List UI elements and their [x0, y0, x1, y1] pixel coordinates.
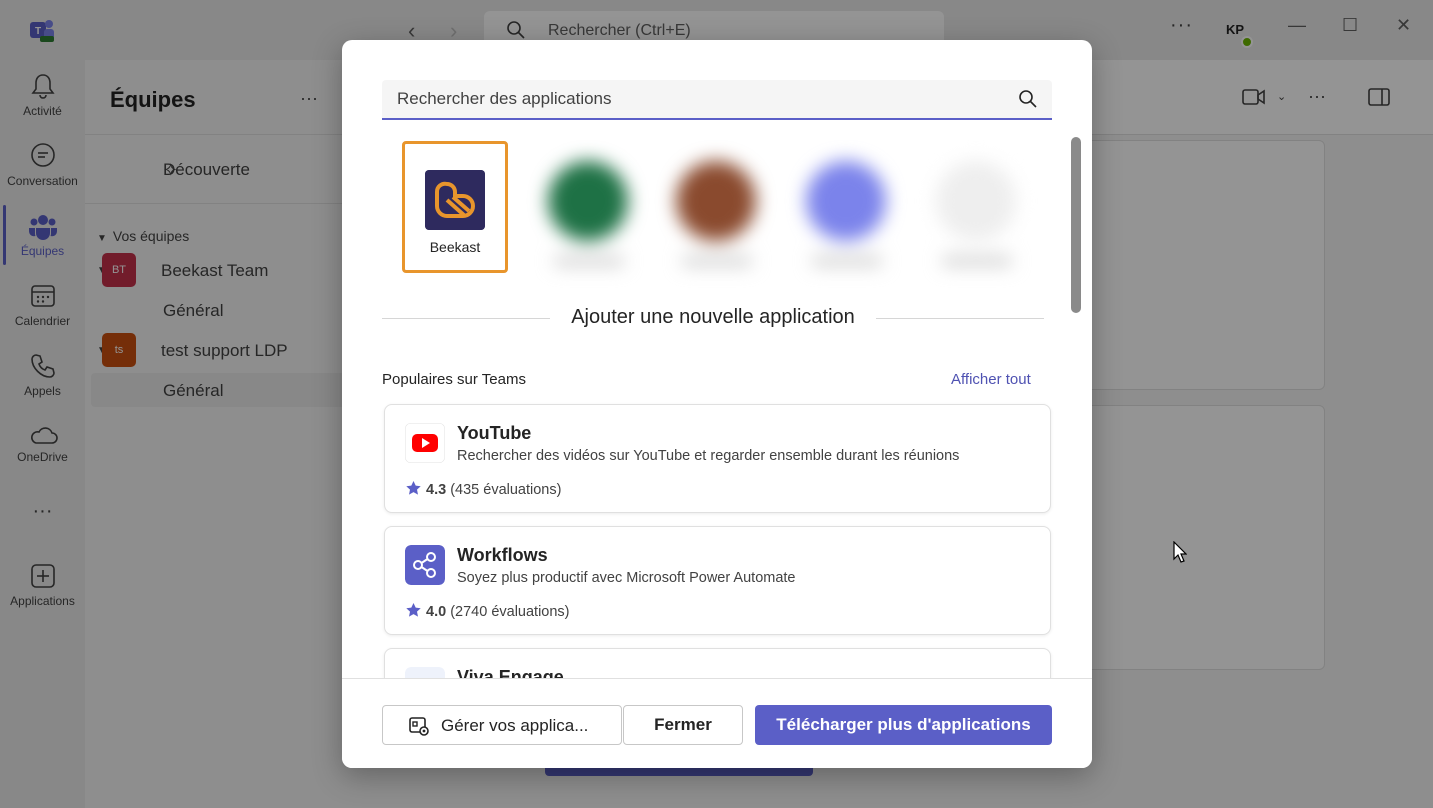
workflows-icon [405, 545, 445, 585]
manage-apps-label: Gérer vos applica... [441, 716, 589, 735]
popular-section-title: Populaires sur Teams [382, 371, 526, 388]
app-description: Soyez plus productif avec Microsoft Powe… [457, 570, 796, 586]
recent-app-blurred[interactable] [792, 141, 900, 281]
app-rating: 4.0 (2740 évaluations) [405, 602, 570, 620]
rating-count: (435 évaluations) [450, 482, 562, 498]
recent-app-blurred[interactable] [534, 141, 642, 281]
dialog-footer: Gérer vos applica... Fermer Télécharger … [342, 678, 1092, 768]
app-name: Workflows [457, 545, 548, 565]
recent-app-blurred[interactable] [662, 141, 770, 281]
app-search-input[interactable] [382, 80, 1002, 118]
manage-apps-button[interactable]: Gérer vos applica... [382, 705, 622, 745]
recent-app-beekast[interactable]: Beekast [402, 141, 508, 273]
apps-dialog: Beekast Ajouter une nouvelle application… [342, 40, 1092, 768]
rating-count: (2740 évaluations) [450, 604, 570, 620]
app-name: YouTube [457, 423, 532, 443]
app-rating: 4.3 (435 évaluations) [405, 480, 561, 498]
divider [876, 318, 1044, 319]
scrollbar-thumb[interactable] [1071, 137, 1081, 313]
rating-value: 4.3 [426, 482, 447, 498]
close-button[interactable]: Fermer [623, 705, 743, 745]
mouse-cursor-icon [1173, 541, 1187, 563]
see-all-link[interactable]: Afficher tout [951, 371, 1031, 388]
star-icon [406, 481, 421, 495]
youtube-icon [405, 423, 445, 463]
beekast-logo-icon [425, 170, 485, 230]
get-more-apps-button[interactable]: Télécharger plus d'applications [755, 705, 1052, 745]
recent-app-blurred[interactable] [922, 141, 1030, 281]
search-icon[interactable] [1018, 89, 1038, 109]
app-card-workflows[interactable]: Workflows Soyez plus productif avec Micr… [384, 526, 1051, 635]
app-card-youtube[interactable]: YouTube Rechercher des vidéos sur YouTub… [384, 404, 1051, 513]
rating-value: 4.0 [426, 604, 447, 620]
star-icon [406, 603, 421, 617]
app-search-box[interactable] [382, 80, 1052, 120]
recent-app-label: Beekast [429, 239, 481, 255]
manage-apps-icon [409, 717, 429, 736]
app-description: Rechercher des vidéos sur YouTube et reg… [457, 448, 960, 464]
